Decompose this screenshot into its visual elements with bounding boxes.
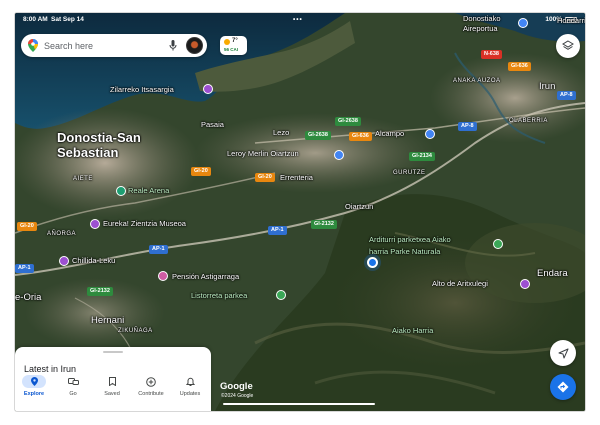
road-shield-ap1: AP-1 [15,264,34,273]
search-bar[interactable] [21,34,207,57]
district-label: ZIKUÑAGA [118,328,153,334]
poi-marker[interactable] [158,271,168,281]
nav-updates[interactable]: Updates [171,375,209,409]
directions-button[interactable] [550,374,576,400]
sun-icon [224,39,230,45]
navigation-arrow-icon [558,348,568,358]
air-quality-index: 56 CAI [224,47,239,52]
nav-go[interactable]: Go [54,375,92,409]
road-shield-gi636: GI-636 [349,132,372,141]
road-shield-ap8: AP-8 [458,122,477,131]
place-label: Aiako Harria [392,326,434,335]
district-label: AÑORGA [47,231,77,237]
poi-marker[interactable] [493,239,503,249]
road-shield-n638: N-638 [481,50,502,59]
road-shield-gi2638: GI-2638 [335,117,361,126]
search-input[interactable] [44,40,154,51]
weather-chip[interactable]: 7° 56 CAI [220,36,247,55]
road-shield-gi20: GI-20 [255,173,275,182]
multitask-dots[interactable]: ••• [293,13,303,27]
recenter-button[interactable] [550,340,576,366]
nav-explore[interactable]: Explore [15,375,53,409]
place-label: e-Oria [15,292,42,303]
bottom-navigation: Explore Go Saved Contribute Updates [15,372,211,411]
district-label: GURUTZE [393,170,426,176]
current-location-dot [367,257,378,268]
place-label: Hernani [91,315,125,326]
place-label: Oiartzun [345,202,374,211]
nav-contribute-label: Contribute [138,391,164,397]
nav-explore-label: Explore [23,391,45,397]
maps-pin-icon [28,39,38,52]
city-label-irun: Irun [539,81,556,92]
place-label: Alto de Aritxulegi [432,279,488,288]
poi-marker[interactable] [425,129,435,139]
nav-contribute[interactable]: Contribute [132,375,170,409]
weather-temperature: 7° [232,38,238,44]
profile-avatar[interactable] [186,37,203,54]
nav-saved[interactable]: Saved [93,375,131,409]
nav-saved-label: Saved [104,391,120,397]
place-label: Pensión Astigarraga [172,272,240,281]
district-label: AIETE [73,176,93,182]
road-shield-gi2134: GI-2134 [409,152,435,161]
road-shield-gi2638: GI-2638 [305,131,331,140]
poi-marker[interactable] [518,18,528,28]
poi-marker[interactable] [276,290,286,300]
add-circle-icon [139,375,163,388]
place-label: Alcampo [375,129,405,138]
place-label: Donostiako Aireportua [463,14,501,33]
poi-marker[interactable] [116,186,126,196]
place-label: Endara [537,268,568,279]
nav-go-label: Go [69,391,77,397]
layers-icon [562,40,574,50]
location-pin-icon [22,375,46,388]
explore-bottom-sheet[interactable]: Latest in Irun Explore Go Saved Contribu… [15,347,211,411]
poi-marker[interactable] [520,279,530,289]
road-shield-ap1: AP-1 [149,245,168,254]
poi-marker[interactable] [203,84,213,94]
road-shield-gi2132: GI-2132 [311,220,337,229]
road-shield-ap1: AP-1 [268,226,287,235]
commute-icon [61,375,85,388]
bookmark-icon [100,375,124,388]
status-time: 8:00 AM [23,16,48,23]
google-logo: Google [220,381,253,392]
bell-icon [178,375,202,388]
place-label: Lezo [273,128,290,137]
place-label: Pasaia [201,120,224,129]
city-label-donostia: Donostia-San Sebastian [57,130,141,160]
map-copyright: ©2024 Google [221,393,254,399]
district-label: ANAKA AUZOA [453,78,501,84]
place-label: Arditurri parketxea Aiako harria Parke N… [369,235,451,256]
place-label: Chillida-Leku [72,256,116,265]
road-shield-gi2132: GI-2132 [87,287,113,296]
mic-icon[interactable] [169,40,177,51]
road-shield-gi636: GI-636 [508,62,531,71]
place-label: Errenteria [280,173,313,182]
status-date: Sat Sep 14 [51,16,84,23]
district-label: OLABERRIA [509,118,548,124]
directions-icon [557,381,569,393]
poi-marker[interactable] [334,150,344,160]
poi-marker[interactable] [59,256,69,266]
city-label-hondarribia: Hondarribia [557,16,585,25]
place-label: Listorreta parkea [191,291,248,300]
road-shield-gi20: GI-20 [191,167,211,176]
place-label: Leroy Merlin Oiartzun [227,149,299,158]
place-label: Zilarreko Itsasargia [110,85,174,94]
place-label: Eureka! Zientzia Museoa [103,219,186,228]
road-shield-ap8: AP-8 [557,91,576,100]
poi-marker[interactable] [90,219,100,229]
place-label: Reale Arena [128,186,170,195]
map-frame: 8:00 AM Sat Sep 14 ••• 100% 7° 56 CAI [15,13,585,411]
sheet-drag-handle[interactable] [103,351,123,353]
home-indicator[interactable] [223,403,375,405]
road-shield-gi20: GI-20 [17,222,37,231]
nav-updates-label: Updates [179,391,201,397]
layers-button[interactable] [556,34,580,58]
